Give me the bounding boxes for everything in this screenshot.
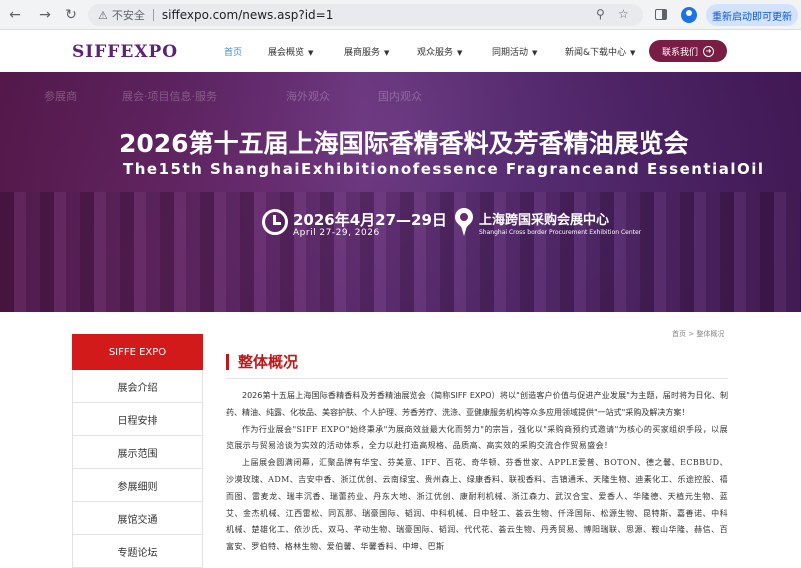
page-title: 整体概况 (226, 354, 298, 370)
caret-down-icon: ▼ (308, 49, 314, 57)
nav-overview[interactable]: 展会概览 ▼ (268, 45, 313, 58)
caret-down-icon: ▼ (532, 49, 538, 57)
event-venue-en: Shanghai Cross border Procurement Exhibi… (479, 229, 642, 236)
event-date: 2026年4月27—29日 (293, 211, 447, 229)
caret-down-icon: ▼ (630, 49, 636, 57)
banner-subtitle: The15th ShanghaiExhibitionofessence Frag… (123, 160, 765, 178)
sidebar-item-transport[interactable]: 展馆交通 (72, 502, 203, 535)
nav-concurrent-events[interactable]: 同期活动 ▼ (492, 45, 537, 58)
banner-ghost-tab: 参展商 (44, 90, 77, 103)
address-bar[interactable]: ⚠ 不安全 siffexpo.com/news.asp?id=1 ⚲ ☆ (88, 4, 643, 26)
sidebar-item-rules[interactable]: 参展细则 (72, 469, 203, 502)
event-venue: 上海跨国采购会展中心 (479, 213, 610, 228)
title-divider (226, 378, 728, 379)
sidebar-item-forum[interactable]: 专题论坛 (72, 535, 203, 568)
zoom-icon[interactable]: ⚲ (596, 7, 605, 21)
side-panel-icon[interactable] (655, 9, 667, 20)
nav-exhibitor-services[interactable]: 展商服务 ▼ (344, 45, 389, 58)
banner-title: 2026第十五届上海国际香精香料及芳香精油展览会 (119, 129, 689, 158)
arrow-right-icon: ➜ (703, 45, 714, 57)
address-divider (152, 9, 154, 21)
site-logo[interactable]: SIFFEXPO (72, 42, 178, 62)
forward-arrow-icon[interactable]: → (34, 4, 56, 26)
browser-toolbar: ← → ↻ ⚠ 不安全 siffexpo.com/news.asp?id=1 ⚲… (0, 0, 801, 30)
profile-avatar-icon[interactable] (681, 7, 697, 23)
article-paragraph: 2026第十五届上海国际香精香料及芳香精油展览会（简称SIFF EXPO）将以"… (226, 391, 728, 417)
security-label: 不安全 (111, 9, 145, 22)
sidebar-item-introduction[interactable]: 展会介绍 (72, 370, 203, 403)
sidebar-menu: SIFFE EXPO 展会介绍 日程安排 展示范围 参展细则 展馆交通 专题论坛 (72, 334, 203, 568)
nav-visitor-services[interactable]: 观众服务 ▼ (417, 45, 462, 58)
relaunch-update-button[interactable]: 重新启动即可更新 (706, 4, 798, 26)
article-paragraph: 上届展会圆满闭幕，汇聚品牌有华宝、芬美意、IFF、百花、奇华顿、芬香世家、APP… (226, 458, 728, 552)
bookmark-star-icon[interactable]: ☆ (618, 7, 629, 21)
nav-news-download[interactable]: 新闻&下载中心 ▼ (565, 45, 635, 58)
event-date-en: April 27-29, 2026 (293, 228, 380, 238)
clock-icon (262, 209, 288, 235)
banner-ghost-tab: 展会·项目信息·服务 (122, 90, 217, 103)
warning-icon: ⚠ (98, 8, 108, 22)
hero-banner: 参展商 展会·项目信息·服务 海外观众 国内观众 (0, 72, 801, 312)
sidebar-item-scope[interactable]: 展示范围 (72, 436, 203, 469)
contact-us-label: 联系我们 (661, 47, 698, 58)
sidebar-heading: SIFFE EXPO (72, 334, 203, 370)
caret-down-icon: ▼ (457, 49, 463, 57)
reload-icon[interactable]: ↻ (60, 4, 82, 26)
contact-us-button[interactable]: 联系我们 ➜ (649, 40, 727, 62)
sidebar-item-schedule[interactable]: 日程安排 (72, 403, 203, 436)
banner-ghost-tab: 国内观众 (378, 90, 422, 103)
article-paragraph: 作为行业展会"SIFF EXPO"始终秉承"为展商效益最大化而努力"的宗旨，强化… (226, 424, 728, 451)
nav-home[interactable]: 首页 (224, 45, 242, 58)
caret-down-icon: ▼ (384, 49, 390, 57)
banner-ghost-tab: 海外观众 (286, 90, 330, 103)
url-text: siffexpo.com/news.asp?id=1 (161, 8, 334, 22)
breadcrumb[interactable]: 首页 > 整体概况 (672, 329, 724, 339)
article-body: 2026第十五届上海国际香精香料及芳香精油展览会（简称SIFF EXPO）将以"… (226, 388, 728, 556)
back-arrow-icon[interactable]: ← (4, 4, 26, 26)
